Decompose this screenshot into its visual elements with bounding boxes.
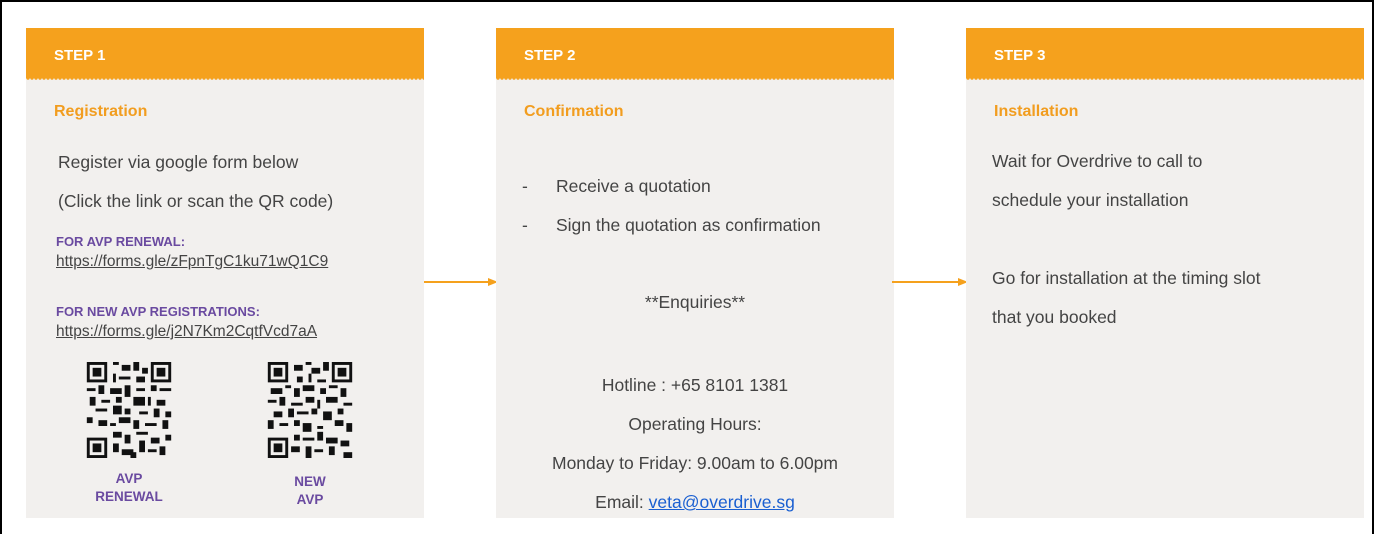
step1-title: Registration bbox=[54, 103, 148, 120]
step2-header: STEP 2 bbox=[496, 28, 894, 82]
qr-caption-renewal-line2: RENEWAL bbox=[95, 489, 163, 504]
step1-header: STEP 1 bbox=[26, 28, 424, 82]
step2-card: STEP 2 Confirmation - Receive a quotatio… bbox=[496, 28, 894, 518]
bullet-sign-quotation: Sign the quotation as confirmation bbox=[556, 215, 821, 235]
new-registration-label: FOR NEW AVP REGISTRATIONS: bbox=[56, 304, 260, 319]
step3-line4: that you booked bbox=[992, 307, 1117, 327]
bullet-dash-1: - bbox=[522, 176, 528, 196]
email-link[interactable]: veta@overdrive.sg bbox=[649, 492, 795, 512]
step3-header: STEP 3 bbox=[966, 28, 1364, 82]
qr-caption-new-line2: AVP bbox=[296, 492, 324, 507]
step3-title: Installation bbox=[994, 103, 1079, 120]
step1-line2: (Click the link or scan the QR code) bbox=[58, 191, 334, 211]
bullet-receive-quotation: Receive a quotation bbox=[556, 176, 711, 196]
qr-caption-renewal: AVP RENEWAL bbox=[86, 470, 172, 506]
hotline-text: Hotline : +65 8101 1381 bbox=[601, 375, 789, 395]
hours-text: Monday to Friday: 9.00am to 6.00pm bbox=[552, 453, 838, 473]
renewal-form-link[interactable]: https://forms.gle/zFpnTgC1ku71wQ1C9 bbox=[56, 253, 328, 271]
step1-card: STEP 1 Registration Register via google … bbox=[26, 28, 424, 518]
email-label: Email: bbox=[595, 492, 649, 512]
email-line: Email: veta@overdrive.sg bbox=[496, 492, 894, 513]
hours-label: Operating Hours: bbox=[628, 414, 762, 434]
step3-line1: Wait for Overdrive to call to bbox=[992, 151, 1203, 171]
arrow-right-icon bbox=[892, 278, 968, 286]
qr-code-renewal[interactable] bbox=[86, 362, 172, 458]
qr-caption-new-line1: NEW bbox=[294, 474, 326, 489]
step3-line2: schedule your installation bbox=[992, 190, 1189, 210]
step3-line3: Go for installation at the timing slot bbox=[992, 268, 1261, 288]
step2-title: Confirmation bbox=[524, 103, 624, 120]
qr-caption-new: NEW AVP bbox=[267, 473, 353, 509]
qr-caption-renewal-line1: AVP bbox=[115, 471, 143, 486]
arrow-right-icon bbox=[424, 278, 498, 286]
new-registration-form-link[interactable]: https://forms.gle/j2N7Km2CqtfVcd7aA bbox=[56, 323, 317, 341]
step3-card: STEP 3 Installation Wait for Overdrive t… bbox=[966, 28, 1364, 518]
qr-code-new[interactable] bbox=[267, 362, 353, 458]
enquiries-heading: **Enquiries** bbox=[644, 292, 746, 312]
renewal-label: FOR AVP RENEWAL: bbox=[56, 234, 186, 249]
step1-line1: Register via google form below bbox=[58, 152, 299, 172]
bullet-dash-2: - bbox=[522, 215, 528, 235]
